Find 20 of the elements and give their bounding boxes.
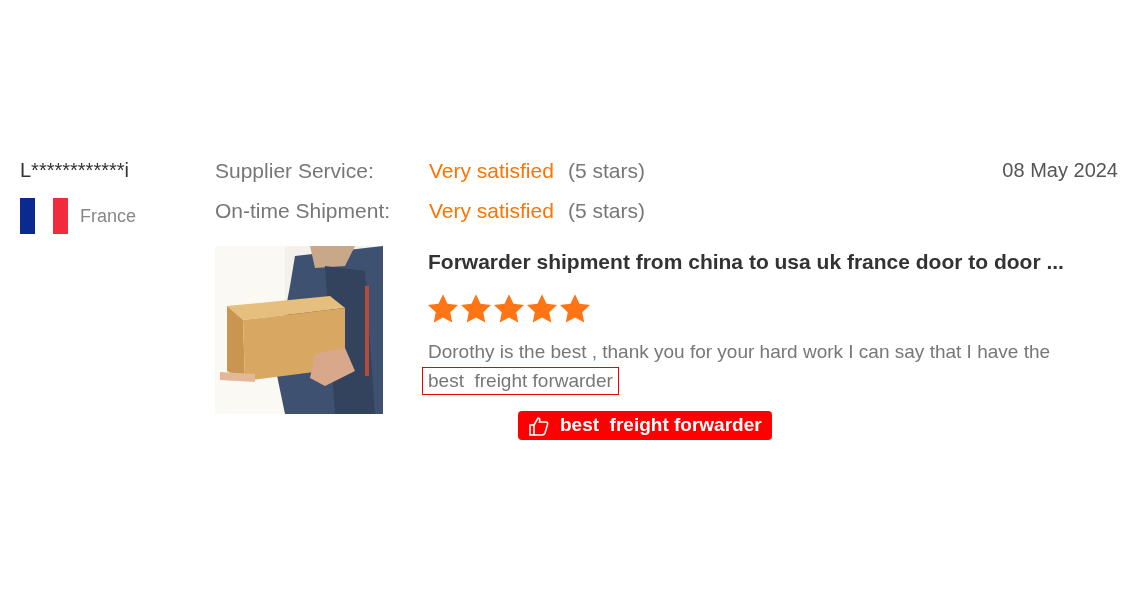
star-icon [461, 294, 491, 323]
rating-value: Very satisfied [429, 158, 554, 184]
review-text: Dorothy is the best , thank you for your hard work I can say that I have the [428, 340, 1052, 364]
country-name: France [80, 204, 137, 228]
rating-label: Supplier Service: [215, 158, 375, 184]
flag-icon [20, 198, 68, 234]
rating-value: Very satisfied [429, 198, 554, 224]
star-icon [428, 294, 458, 323]
reviewer-name: L************i [20, 158, 130, 183]
review-date: 08 May 2024 [1002, 158, 1118, 183]
star-icon [527, 294, 557, 323]
rating-label: On-time Shipment: [215, 198, 392, 224]
product-title[interactable]: Forwarder shipment from china to usa uk france door to door ... [428, 248, 1118, 276]
star-icon [494, 294, 524, 323]
rating-detail: (5 stars) [567, 158, 645, 184]
tag-badge: best freight forwarder [518, 411, 772, 440]
star-icon [560, 294, 590, 323]
thumbs-up-icon [528, 414, 550, 437]
highlighted-phrase: best freight forwarder [422, 367, 619, 395]
rating-detail: (5 stars) [567, 198, 645, 224]
